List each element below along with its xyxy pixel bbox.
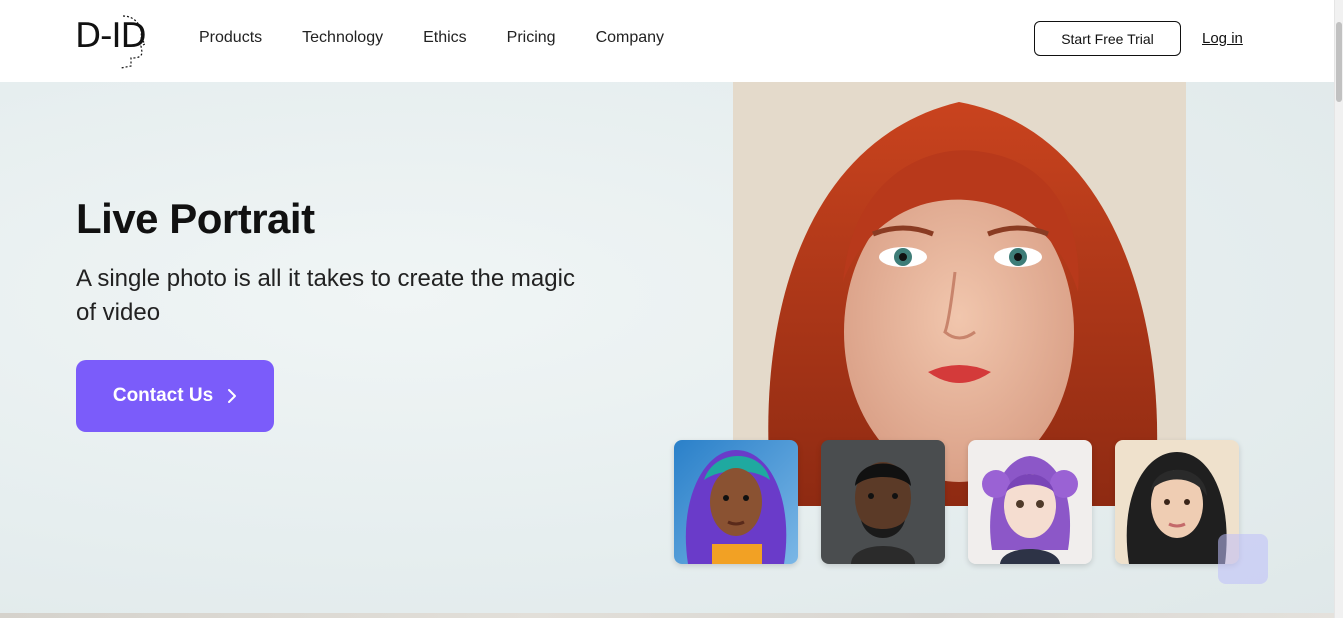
avatar-thumbnail-1[interactable] <box>674 440 798 564</box>
login-link[interactable]: Log in <box>1202 30 1243 47</box>
nav-ethics[interactable]: Ethics <box>423 29 467 47</box>
did-logo[interactable]: D-ID <box>75 14 150 70</box>
chevron-right-icon <box>228 389 237 403</box>
nav-technology[interactable]: Technology <box>302 29 383 47</box>
start-free-trial-button[interactable]: Start Free Trial <box>1034 21 1181 56</box>
head-profile-icon <box>120 15 146 69</box>
scrollbar-thumb[interactable] <box>1336 22 1342 102</box>
nav-products[interactable]: Products <box>199 29 262 47</box>
main-nav: Products Technology Ethics Pricing Compa… <box>199 29 704 47</box>
nav-company[interactable]: Company <box>596 29 664 47</box>
contact-us-button[interactable]: Contact Us <box>76 360 274 432</box>
contact-us-label: Contact Us <box>112 385 214 406</box>
site-header: D-ID Products Technology Ethics Pricing … <box>0 0 1335 82</box>
avatar-thumbnail-3[interactable] <box>968 440 1092 564</box>
chat-widget-button[interactable] <box>1218 534 1268 584</box>
page-scrollbar[interactable] <box>1334 0 1343 618</box>
page-title: Live Portrait <box>76 195 315 242</box>
avatar-thumbnail-2[interactable] <box>821 440 945 564</box>
nav-pricing[interactable]: Pricing <box>507 29 556 47</box>
next-section-edge <box>0 613 1335 618</box>
hero-subtitle: A single photo is all it takes to create… <box>76 265 575 326</box>
